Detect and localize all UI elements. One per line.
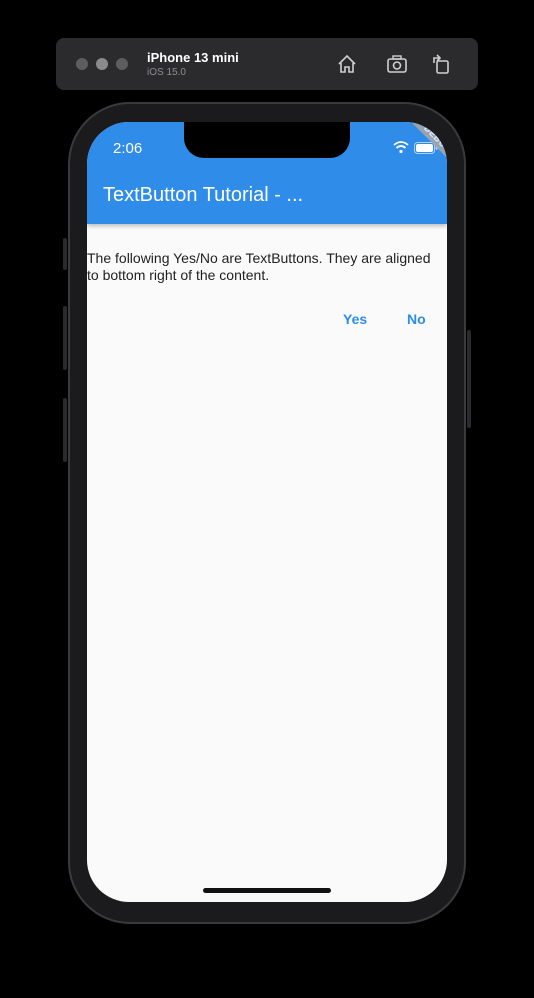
device-name: iPhone 13 mini [147,50,239,65]
volume-up-button [63,306,67,370]
button-bar: Yes No [87,308,447,332]
simulator-toolbar: iPhone 13 mini iOS 15.0 [56,38,478,90]
close-window-button[interactable] [76,58,88,70]
simulator-window: iPhone 13 mini iOS 15.0 2:06 DEBUG TextB… [0,0,534,998]
power-button [467,330,471,428]
no-button[interactable]: No [407,311,426,327]
content-area: The following Yes/No are TextButtons. Th… [87,250,447,327]
home-icon[interactable] [336,53,358,75]
zoom-window-button[interactable] [116,58,128,70]
phone-screen: 2:06 DEBUG TextButton Tutorial - ... The… [87,122,447,902]
notch [184,122,350,158]
app-bar: 2:06 DEBUG TextButton Tutorial - ... [87,122,447,224]
mute-switch [63,238,67,270]
page-title: TextButton Tutorial - ... [103,184,304,206]
volume-down-button [63,398,67,462]
screenshot-icon[interactable] [386,53,408,75]
yes-button[interactable]: Yes [343,311,367,327]
device-os-version: iOS 15.0 [147,67,186,78]
wifi-icon [393,140,409,154]
description-text: The following Yes/No are TextButtons. Th… [87,250,431,283]
status-time: 2:06 [113,140,143,157]
minimize-window-button[interactable] [96,58,108,70]
rotate-icon[interactable] [430,53,452,75]
home-indicator[interactable] [203,888,331,893]
